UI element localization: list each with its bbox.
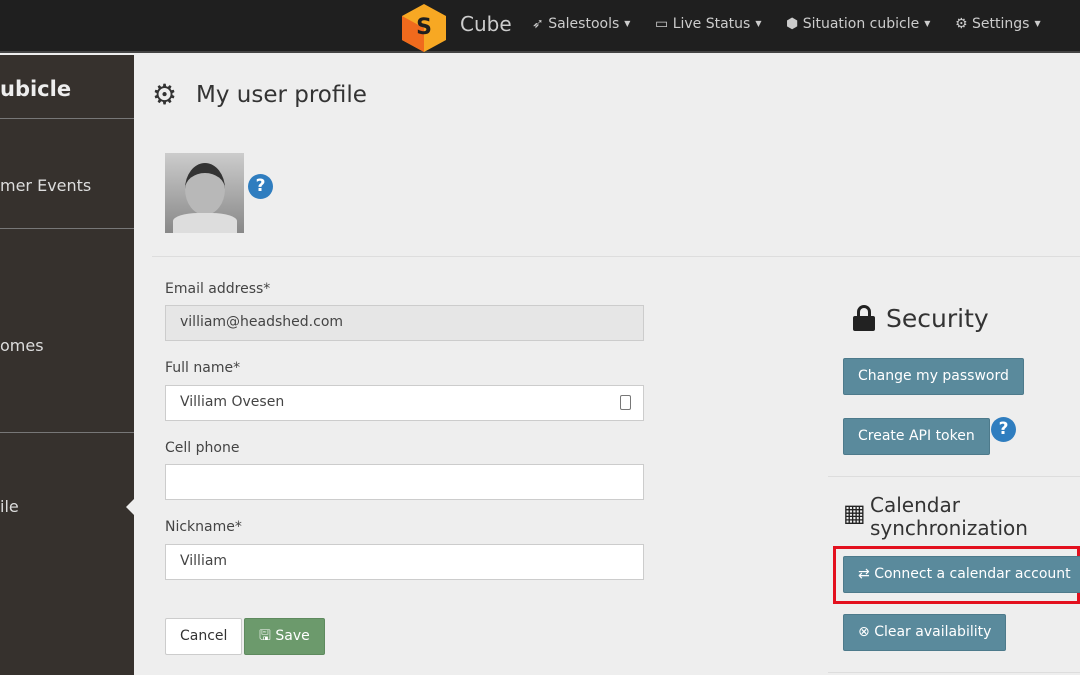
clear-availability-button[interactable]: ⊗ Clear availability — [843, 614, 1007, 651]
divider — [0, 228, 134, 229]
floppy-icon: 🖫 — [259, 628, 271, 644]
fullname-field[interactable]: Villiam Ovesen — [165, 385, 644, 421]
times-circle-icon: ⊗ — [858, 624, 870, 640]
nickname-label: Nickname* — [165, 519, 242, 535]
sidebar: ubicle mer Events omes ile — [0, 55, 134, 675]
exchange-icon: ⇄ — [858, 566, 870, 582]
help-icon[interactable]: ? — [991, 417, 1016, 442]
monitor-icon: ▭ — [655, 16, 669, 32]
security-heading: Security — [886, 304, 989, 333]
avatar[interactable] — [165, 153, 244, 233]
cell-phone-field[interactable] — [165, 464, 644, 500]
sidebar-title: ubicle — [0, 77, 72, 101]
page-title: My user profile — [196, 82, 367, 108]
sidebar-item-homes[interactable]: omes — [0, 336, 44, 355]
divider — [0, 432, 134, 433]
caret-down-icon: ▼ — [624, 19, 631, 28]
nav-situation-cubicle[interactable]: ⬢ Situation cubicle ▼ — [786, 16, 930, 32]
change-password-button[interactable]: Change my password — [843, 358, 1024, 395]
gears-icon: ⚙ — [152, 78, 178, 111]
cancel-button[interactable]: Cancel — [165, 618, 243, 655]
gear-icon: ⚙ — [955, 16, 968, 32]
nav-live-status[interactable]: ▭ Live Status ▼ — [655, 16, 762, 32]
caret-down-icon: ▼ — [755, 19, 762, 28]
nickname-field[interactable]: Villiam — [165, 544, 644, 580]
rocket-icon: ➶ — [532, 16, 544, 32]
nav-salestools[interactable]: ➶ Salestools ▼ — [532, 16, 630, 32]
divider — [828, 476, 1080, 477]
brand-logo[interactable]: S — [400, 2, 448, 52]
email-label: Email address* — [165, 281, 271, 297]
brand-name[interactable]: Cube — [460, 12, 512, 36]
contact-card-icon — [620, 395, 631, 410]
calendar-icon: ▦ — [843, 499, 866, 527]
divider — [0, 118, 134, 119]
calendar-heading: Calendar synchronization — [870, 493, 1028, 540]
divider — [152, 256, 1080, 257]
top-navbar: S Cube ➶ Salestools ▼ ▭ Live Status ▼ ⬢ Si… — [0, 0, 1080, 53]
lock-icon — [853, 305, 875, 331]
create-api-token-button[interactable]: Create API token — [843, 418, 990, 455]
cell-phone-label: Cell phone — [165, 440, 240, 456]
divider — [828, 672, 1080, 673]
help-icon[interactable]: ? — [248, 174, 273, 199]
caret-down-icon: ▼ — [1034, 19, 1041, 28]
save-button[interactable]: 🖫 Save — [244, 618, 325, 655]
connect-calendar-button[interactable]: ⇄ Connect a calendar account — [843, 556, 1080, 593]
svg-text:S: S — [416, 15, 432, 40]
sidebar-item-profile[interactable]: ile — [0, 497, 19, 516]
active-indicator — [126, 499, 134, 515]
fullname-label: Full name* — [165, 360, 241, 376]
sidebar-item-events[interactable]: mer Events — [0, 176, 91, 195]
cube-icon: ⬢ — [786, 16, 799, 32]
caret-down-icon: ▼ — [924, 19, 931, 28]
nav-settings[interactable]: ⚙ Settings ▼ — [955, 16, 1041, 32]
email-field[interactable]: villiam@headshed.com — [165, 305, 644, 341]
